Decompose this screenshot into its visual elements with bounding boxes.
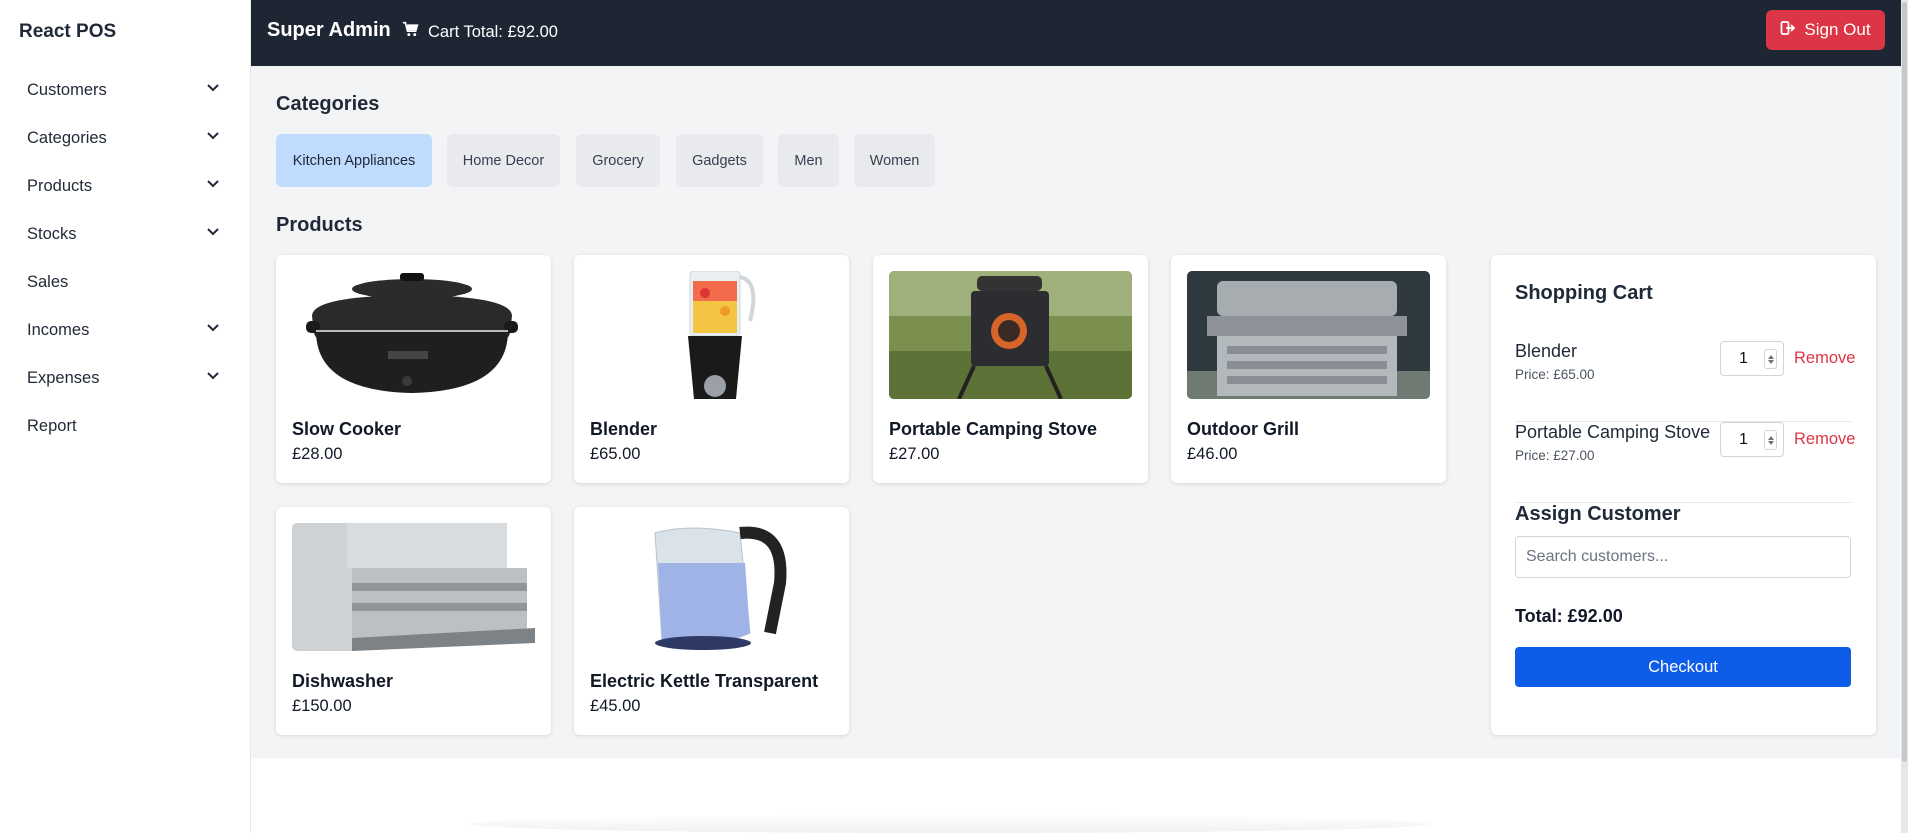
cart-icon [402,21,428,43]
product-price: £45.00 [590,697,641,715]
product-name: Electric Kettle Transparent [590,671,819,691]
product-name: Slow Cooker [292,419,402,439]
product-price: £46.00 [1187,445,1238,463]
chevron-down-icon [205,175,221,191]
product-name: Blender [590,419,658,439]
customer-search-input[interactable] [1515,536,1851,578]
product-image-electric-kettle [590,523,833,651]
stepper-arrows-icon[interactable] [1764,349,1777,369]
product-name: Portable Camping Stove [889,419,1098,439]
sidebar-item-label: Sales [27,272,69,291]
category-kitchen-appliances[interactable]: Kitchen Appliances [276,134,432,187]
category-grocery[interactable]: Grocery [576,134,660,187]
cart-total-text: Cart Total: £92.00 [428,22,558,41]
sidebar-item-stocks[interactable]: Stocks [0,210,251,258]
chevron-down-icon [205,223,221,239]
sidebar-item-label: Report [27,416,77,435]
sidebar-item-sales[interactable]: Sales [0,258,251,306]
chevron-down-icon [205,127,221,143]
product-image-slow-cooker [292,271,535,399]
product-price: £28.00 [292,445,343,463]
quantity-value: 1 [1739,350,1748,367]
sidebar-item-products[interactable]: Products [0,162,251,210]
chevron-down-icon [205,367,221,383]
cart-total: Total: £92.00 [1515,606,1623,626]
scrollbar[interactable] [1901,0,1908,833]
product-name: Dishwasher [292,671,394,691]
sign-out-button[interactable]: Sign Out [1766,10,1885,50]
product-price: £150.00 [292,697,352,715]
main-content: Categories Kitchen Appliances Home Decor… [251,66,1901,758]
product-price: £27.00 [889,445,940,463]
sidebar-item-report[interactable]: Report [0,402,251,450]
cart-item-name: Portable Camping Stove [1515,422,1711,442]
sidebar-item-customers[interactable]: Customers [0,66,251,114]
sidebar-item-label: Customers [27,80,107,99]
product-name: Outdoor Grill [1187,419,1299,439]
brand-title[interactable]: React POS [19,21,116,43]
chevron-down-icon [205,79,221,95]
sign-out-icon [1780,20,1804,41]
category-men[interactable]: Men [778,134,839,187]
product-card[interactable]: Portable Camping Stove £27.00 [873,255,1148,483]
sidebar-item-label: Products [27,176,93,195]
categories-title: Categories [276,93,380,115]
category-home-decor[interactable]: Home Decor [447,134,560,187]
product-image-outdoor-grill [1187,271,1430,399]
category-women[interactable]: Women [854,134,935,187]
cart-item: Blender Price: £65.00 1 Remove [1515,341,1855,422]
product-card[interactable]: Dishwasher £150.00 [276,507,551,735]
sidebar-item-expenses[interactable]: Expenses [0,354,251,402]
sidebar-item-label: Categories [27,128,107,147]
cart-item-price: Price: £27.00 [1515,448,1595,463]
cart-item-name: Blender [1515,341,1578,361]
sidebar-item-label: Stocks [27,224,77,243]
sidebar-item-label: Expenses [27,368,100,387]
quantity-value: 1 [1739,431,1748,448]
cart-item-price: Price: £65.00 [1515,367,1595,382]
sidebar-item-incomes[interactable]: Incomes [0,306,251,354]
chevron-down-icon [205,319,221,335]
cart-total-indicator: Cart Total: £92.00 [402,21,558,43]
quantity-stepper[interactable]: 1 [1720,341,1784,376]
remove-button[interactable]: Remove [1794,430,1855,449]
product-price: £65.00 [590,445,641,463]
user-name: Super Admin [267,19,391,41]
product-card[interactable]: Outdoor Grill £46.00 [1171,255,1446,483]
product-image-blender [590,271,833,399]
bottom-shadow [470,815,1430,833]
sign-out-label: Sign Out [1804,20,1871,39]
product-card[interactable]: Slow Cooker £28.00 [276,255,551,483]
sidebar-nav: Customers Categories Products Stocks Sal… [0,66,251,450]
sidebar-item-categories[interactable]: Categories [0,114,251,162]
category-gadgets[interactable]: Gadgets [676,134,763,187]
assign-customer-title: Assign Customer [1515,503,1681,525]
top-navbar: Super Admin Cart Total: £92.00 Sign Out [251,0,1901,66]
shopping-cart-title: Shopping Cart [1515,282,1653,304]
sidebar-item-label: Incomes [27,320,90,339]
products-title: Products [276,214,363,236]
sidebar: React POS Customers Categories Products … [0,0,251,833]
stepper-arrows-icon[interactable] [1764,430,1777,450]
scrollbar-thumb[interactable] [1902,2,1907,762]
shopping-cart-panel: Shopping Cart Blender Price: £65.00 1 Re… [1491,255,1876,735]
product-image-portable-camping-stove [889,271,1132,399]
quantity-stepper[interactable]: 1 [1720,422,1784,457]
product-card[interactable]: Electric Kettle Transparent £45.00 [574,507,849,735]
product-image-dishwasher [292,523,535,651]
remove-button[interactable]: Remove [1794,349,1855,368]
cart-item: Portable Camping Stove Price: £27.00 1 R… [1515,422,1855,503]
product-card[interactable]: Blender £65.00 [574,255,849,483]
checkout-button[interactable]: Checkout [1515,647,1851,687]
